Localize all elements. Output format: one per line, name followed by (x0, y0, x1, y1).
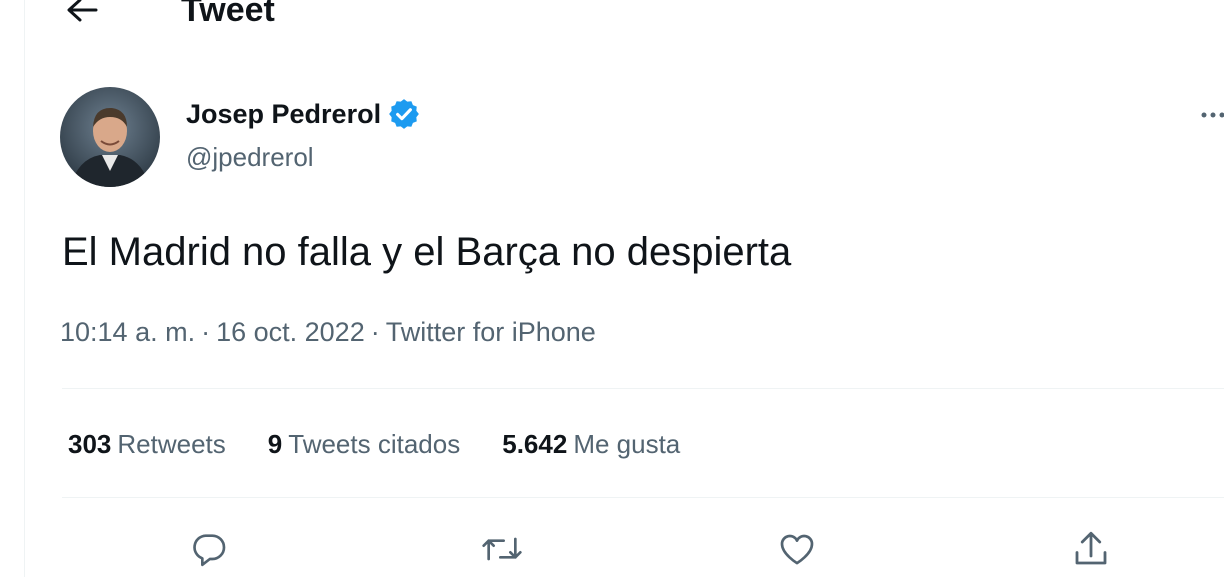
tweet-date[interactable]: 16 oct. 2022 (216, 317, 365, 347)
meta-separator: · (201, 317, 211, 347)
share-icon (1070, 528, 1112, 570)
page-title: Tweet (181, 0, 275, 29)
verified-badge-icon (387, 97, 421, 131)
like-button[interactable] (773, 525, 821, 573)
meta-separator: · (370, 317, 380, 347)
tweet-metadata: 10:14 a. m. · 16 oct. 2022 · Twitter for iPh… (60, 314, 596, 350)
stat-likes[interactable]: 5.642 Me gusta (502, 426, 680, 462)
page-header: Tweet (0, 0, 1224, 40)
more-options-button[interactable] (1196, 100, 1224, 130)
author-name[interactable]: Josep Pedrerol (186, 96, 421, 132)
stat-label: Me gusta (573, 429, 681, 459)
stat-label: Retweets (117, 429, 226, 459)
divider (62, 497, 1224, 498)
retweet-icon (480, 529, 524, 569)
tweet-time[interactable]: 10:14 a. m. (60, 317, 195, 347)
divider (62, 388, 1224, 389)
avatar[interactable] (60, 87, 160, 187)
column-border (24, 0, 25, 577)
author-name-text: Josep Pedrerol (186, 99, 382, 129)
stat-retweets[interactable]: 303 Retweets (68, 426, 226, 462)
retweet-button[interactable] (478, 525, 526, 573)
more-dots-icon (1196, 110, 1224, 120)
stat-count: 5.642 (502, 429, 568, 459)
share-button[interactable] (1067, 525, 1115, 573)
tweet-source[interactable]: Twitter for iPhone (386, 317, 596, 347)
reply-button[interactable] (185, 525, 233, 573)
author-handle[interactable]: @jpedrerol (186, 140, 314, 174)
tweet-stats: 303 Retweets 9 Tweets citados 5.642 Me gust… (68, 426, 722, 462)
reply-icon (189, 529, 229, 569)
heart-icon (776, 529, 818, 569)
tweet-text: El Madrid no falla y el Barça no despier… (62, 230, 792, 274)
stat-label: Tweets citados (288, 429, 461, 459)
arrow-left-icon (65, 0, 99, 23)
back-button[interactable] (62, 0, 102, 28)
stat-count: 303 (68, 429, 112, 459)
stat-quote-tweets[interactable]: 9 Tweets citados (268, 426, 460, 462)
stat-count: 9 (267, 429, 283, 459)
